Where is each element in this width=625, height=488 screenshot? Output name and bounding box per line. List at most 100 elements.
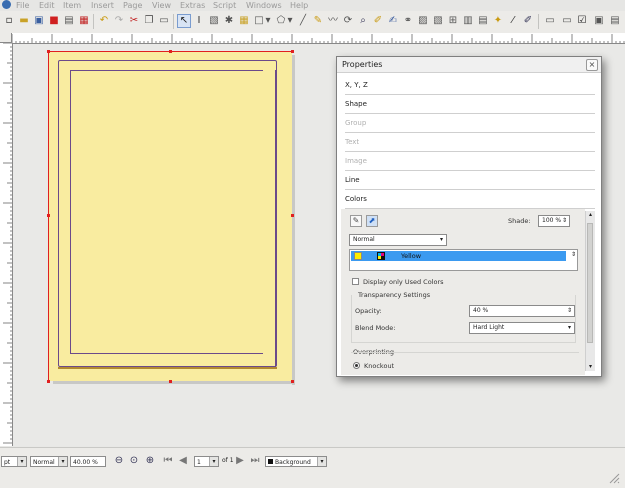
polygon-dropdown-icon[interactable]: ▾: [286, 14, 294, 28]
cut-icon[interactable]: ✂: [127, 14, 141, 28]
selection-handle[interactable]: [291, 214, 294, 217]
horizontal-ruler[interactable]: [12, 33, 625, 44]
shade-spinbox[interactable]: 100 % ⇕: [538, 215, 570, 227]
section-colors[interactable]: Colors: [345, 190, 595, 209]
color-list-item-selected[interactable]: Yellow: [351, 251, 566, 261]
section-text[interactable]: Text: [345, 133, 595, 152]
selection-handle[interactable]: [47, 214, 50, 217]
scroll-up-icon[interactable]: ▴: [586, 211, 595, 219]
unit-select[interactable]: pt ▾: [1, 456, 27, 467]
unit-value: pt: [4, 459, 11, 466]
section-group[interactable]: Group: [345, 114, 595, 133]
spin-arrows-icon[interactable]: ⇕: [565, 306, 574, 316]
first-page-icon[interactable]: ⏮: [162, 455, 174, 467]
edit-contents-icon[interactable]: ✐: [371, 14, 385, 28]
menu-file[interactable]: File: [16, 0, 29, 11]
menu-insert[interactable]: Insert: [91, 0, 114, 11]
next-page-icon[interactable]: ▶: [234, 455, 246, 467]
selection-handle[interactable]: [169, 50, 172, 53]
pdf-textfield-icon-2[interactable]: ▭: [560, 14, 574, 28]
zoom-icon[interactable]: ⌕: [356, 14, 370, 28]
line-icon[interactable]: ╱: [296, 14, 310, 28]
redo-icon[interactable]: ↷: [112, 14, 126, 28]
prev-page-icon[interactable]: ◀: [177, 455, 189, 467]
selection-handle[interactable]: [47, 50, 50, 53]
pdf-icon[interactable]: ▦: [77, 14, 91, 28]
color-list[interactable]: Yellow ⇕: [349, 249, 578, 271]
menu-extras[interactable]: Extras: [180, 0, 205, 11]
section-xyz[interactable]: X, Y, Z: [345, 76, 595, 95]
pdf-listbox-icon[interactable]: ▤: [608, 14, 622, 28]
properties-titlebar[interactable]: Properties ×: [337, 57, 601, 73]
close-icon[interactable]: ×: [586, 59, 598, 71]
copy-icon[interactable]: ❐: [142, 14, 156, 28]
knockout-radio[interactable]: [353, 362, 360, 369]
scrollbar-thumb[interactable]: [587, 223, 593, 343]
layer-select[interactable]: Background ▾: [265, 456, 327, 467]
edit-text-icon[interactable]: ✍: [386, 14, 400, 28]
last-page-icon[interactable]: ⏭: [249, 455, 261, 467]
properties-scrollbar[interactable]: ▴ ▾: [585, 211, 595, 371]
table-icon[interactable]: ▦: [237, 14, 251, 28]
bezier-icon[interactable]: ✎: [311, 14, 325, 28]
render-frame-icon[interactable]: ✱: [222, 14, 236, 28]
close-doc-icon[interactable]: ■: [47, 14, 61, 28]
paste-icon[interactable]: ▭: [157, 14, 171, 28]
rotate-icon[interactable]: ⟳: [341, 14, 355, 28]
copy-properties-icon[interactable]: ⊞: [446, 14, 460, 28]
image-frame-icon[interactable]: ▧: [207, 14, 221, 28]
open-icon[interactable]: ▬: [17, 14, 31, 28]
text-frame-icon[interactable]: Ⅰ: [192, 14, 206, 28]
eyedropper-icon[interactable]: ✦: [491, 14, 505, 28]
undo-icon[interactable]: ↶: [97, 14, 111, 28]
link-frames-icon[interactable]: ⚭: [401, 14, 415, 28]
measure-icon[interactable]: ▧: [431, 14, 445, 28]
spin-arrows-icon[interactable]: ⇕: [560, 216, 569, 226]
zoom-in-icon[interactable]: ⊕: [144, 455, 156, 467]
print-icon[interactable]: ▤: [62, 14, 76, 28]
pdf-textfield-icon[interactable]: ▥: [461, 14, 475, 28]
pdf-button-icon[interactable]: ▭: [543, 14, 557, 28]
menu-script[interactable]: Script: [213, 0, 236, 11]
selection-handle[interactable]: [169, 380, 172, 383]
menu-windows[interactable]: Windows: [246, 0, 282, 11]
menu-view[interactable]: View: [152, 0, 171, 11]
section-line[interactable]: Line: [345, 171, 595, 190]
freehand-icon[interactable]: 〰: [326, 14, 340, 28]
unlink-frames-icon[interactable]: ▨: [416, 14, 430, 28]
blend-mode-select[interactable]: Hard Light ▾: [469, 322, 575, 334]
fill-color-icon[interactable]: ⬈: [366, 215, 378, 227]
magic-icon[interactable]: ✐: [521, 14, 535, 28]
gradient-mode-select[interactable]: Normal ▾: [349, 234, 447, 246]
zoom-out-icon[interactable]: ⊖: [113, 455, 125, 467]
scroll-down-icon[interactable]: ▾: [586, 363, 595, 371]
selection-handle[interactable]: [291, 50, 294, 53]
line-color-icon[interactable]: ✎: [350, 215, 362, 227]
menu-item[interactable]: Item: [63, 0, 81, 11]
shape-dropdown-icon[interactable]: ▾: [264, 14, 272, 28]
select-icon[interactable]: ↖: [177, 14, 191, 28]
section-image[interactable]: Image: [345, 152, 595, 171]
pick-color-icon[interactable]: ⁄: [506, 14, 520, 28]
menu-help[interactable]: Help: [290, 0, 308, 11]
new-document-icon[interactable]: ▫: [2, 14, 16, 28]
only-used-colors-checkbox[interactable]: [352, 278, 359, 285]
vertical-ruler[interactable]: [0, 43, 13, 446]
list-scroll-icon[interactable]: ⇕: [571, 250, 576, 260]
opacity-spinbox[interactable]: 40 % ⇕: [469, 305, 575, 317]
selection-handle[interactable]: [47, 380, 50, 383]
page-number-select[interactable]: 1 ▾: [194, 456, 219, 467]
menu-edit[interactable]: Edit: [39, 0, 55, 11]
resize-grip-icon[interactable]: [608, 472, 620, 484]
zoom-input[interactable]: 40.00 %: [70, 456, 106, 467]
pdf-combobox-icon[interactable]: ▣: [592, 14, 606, 28]
menu-page[interactable]: Page: [123, 0, 142, 11]
save-icon[interactable]: ▣: [32, 14, 46, 28]
zoom-100-icon[interactable]: ⊙: [128, 455, 140, 467]
measure-tool-icon[interactable]: ▤: [476, 14, 490, 28]
pdf-checkbox-icon[interactable]: ☑: [575, 14, 589, 28]
ruler-corner[interactable]: [0, 33, 12, 43]
selection-handle[interactable]: [291, 380, 294, 383]
view-mode-select[interactable]: Normal ▾: [30, 456, 68, 467]
section-shape[interactable]: Shape: [345, 95, 595, 114]
